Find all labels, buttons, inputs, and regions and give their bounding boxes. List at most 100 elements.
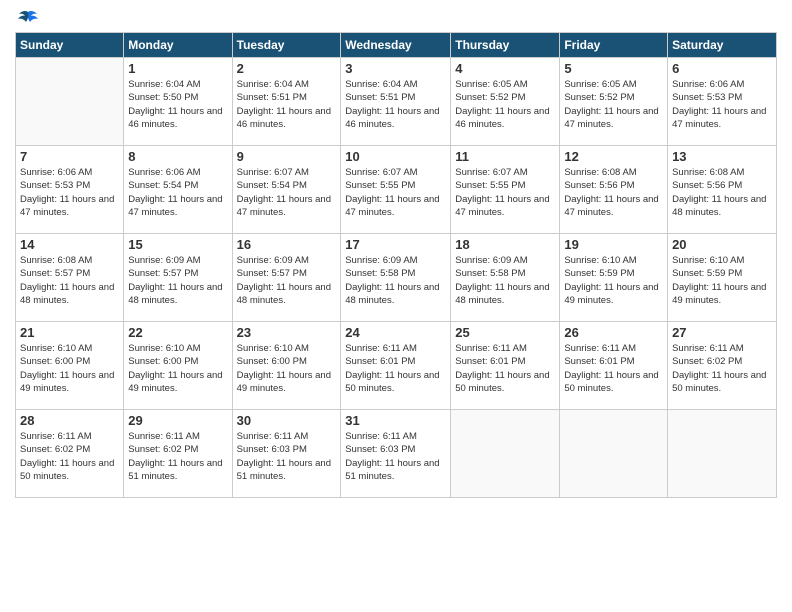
- day-number: 15: [128, 237, 227, 252]
- day-info: Sunrise: 6:05 AMSunset: 5:52 PMDaylight:…: [564, 78, 663, 131]
- calendar-cell: 3 Sunrise: 6:04 AMSunset: 5:51 PMDaylight…: [341, 58, 451, 146]
- day-info: Sunrise: 6:06 AMSunset: 5:53 PMDaylight:…: [20, 166, 119, 219]
- calendar-cell: [16, 58, 124, 146]
- day-info: Sunrise: 6:10 AMSunset: 5:59 PMDaylight:…: [564, 254, 663, 307]
- calendar-cell: 16 Sunrise: 6:09 AMSunset: 5:57 PMDayligh…: [232, 234, 341, 322]
- day-number: 5: [564, 61, 663, 76]
- calendar-header-thursday: Thursday: [451, 33, 560, 58]
- day-info: Sunrise: 6:11 AMSunset: 6:02 PMDaylight:…: [672, 342, 772, 395]
- day-info: Sunrise: 6:11 AMSunset: 6:03 PMDaylight:…: [237, 430, 337, 483]
- day-number: 9: [237, 149, 337, 164]
- calendar-cell: 21 Sunrise: 6:10 AMSunset: 6:00 PMDayligh…: [16, 322, 124, 410]
- day-info: Sunrise: 6:06 AMSunset: 5:53 PMDaylight:…: [672, 78, 772, 131]
- day-number: 8: [128, 149, 227, 164]
- day-info: Sunrise: 6:11 AMSunset: 6:02 PMDaylight:…: [128, 430, 227, 483]
- day-number: 11: [455, 149, 555, 164]
- day-number: 25: [455, 325, 555, 340]
- day-number: 18: [455, 237, 555, 252]
- day-info: Sunrise: 6:11 AMSunset: 6:01 PMDaylight:…: [455, 342, 555, 395]
- day-info: Sunrise: 6:09 AMSunset: 5:57 PMDaylight:…: [128, 254, 227, 307]
- day-number: 16: [237, 237, 337, 252]
- day-info: Sunrise: 6:11 AMSunset: 6:01 PMDaylight:…: [564, 342, 663, 395]
- day-number: 29: [128, 413, 227, 428]
- day-number: 14: [20, 237, 119, 252]
- calendar-cell: 17Sunrise: 6:09 AMSunset: 5:58 PMDayligh…: [341, 234, 451, 322]
- calendar-cell: 29 Sunrise: 6:11 AMSunset: 6:02 PMDayligh…: [124, 410, 232, 498]
- day-info: Sunrise: 6:07 AMSunset: 5:55 PMDaylight:…: [455, 166, 555, 219]
- calendar-header-row: SundayMondayTuesdayWednesdayThursdayFrid…: [16, 33, 777, 58]
- day-info: Sunrise: 6:06 AMSunset: 5:54 PMDaylight:…: [128, 166, 227, 219]
- day-info: Sunrise: 6:04 AMSunset: 5:51 PMDaylight:…: [345, 78, 446, 131]
- calendar-cell: 30 Sunrise: 6:11 AMSunset: 6:03 PMDayligh…: [232, 410, 341, 498]
- day-number: 30: [237, 413, 337, 428]
- calendar-cell: 15 Sunrise: 6:09 AMSunset: 5:57 PMDayligh…: [124, 234, 232, 322]
- day-info: Sunrise: 6:10 AMSunset: 5:59 PMDaylight:…: [672, 254, 772, 307]
- calendar-week-row: 14 Sunrise: 6:08 AMSunset: 5:57 PMDayligh…: [16, 234, 777, 322]
- day-number: 13: [672, 149, 772, 164]
- calendar-cell: 7Sunrise: 6:06 AMSunset: 5:53 PMDaylight…: [16, 146, 124, 234]
- calendar-cell: [668, 410, 777, 498]
- day-number: 26: [564, 325, 663, 340]
- day-number: 6: [672, 61, 772, 76]
- calendar-cell: 2 Sunrise: 6:04 AMSunset: 5:51 PMDaylight…: [232, 58, 341, 146]
- calendar-cell: 14 Sunrise: 6:08 AMSunset: 5:57 PMDayligh…: [16, 234, 124, 322]
- calendar-cell: [560, 410, 668, 498]
- day-number: 28: [20, 413, 119, 428]
- day-info: Sunrise: 6:07 AMSunset: 5:55 PMDaylight:…: [345, 166, 446, 219]
- calendar-cell: 1 Sunrise: 6:04 AMSunset: 5:50 PMDaylight…: [124, 58, 232, 146]
- calendar: SundayMondayTuesdayWednesdayThursdayFrid…: [15, 32, 777, 498]
- calendar-cell: 4 Sunrise: 6:05 AMSunset: 5:52 PMDaylight…: [451, 58, 560, 146]
- day-number: 2: [237, 61, 337, 76]
- day-number: 20: [672, 237, 772, 252]
- day-number: 27: [672, 325, 772, 340]
- day-info: Sunrise: 6:11 AMSunset: 6:03 PMDaylight:…: [345, 430, 446, 483]
- day-number: 19: [564, 237, 663, 252]
- calendar-header-wednesday: Wednesday: [341, 33, 451, 58]
- day-info: Sunrise: 6:08 AMSunset: 5:56 PMDaylight:…: [672, 166, 772, 219]
- day-info: Sunrise: 6:10 AMSunset: 6:00 PMDaylight:…: [20, 342, 119, 395]
- day-number: 17: [345, 237, 446, 252]
- day-info: Sunrise: 6:07 AMSunset: 5:54 PMDaylight:…: [237, 166, 337, 219]
- calendar-header-monday: Monday: [124, 33, 232, 58]
- calendar-cell: 25 Sunrise: 6:11 AMSunset: 6:01 PMDayligh…: [451, 322, 560, 410]
- day-number: 3: [345, 61, 446, 76]
- day-info: Sunrise: 6:11 AMSunset: 6:01 PMDaylight:…: [345, 342, 446, 395]
- calendar-cell: 11 Sunrise: 6:07 AMSunset: 5:55 PMDayligh…: [451, 146, 560, 234]
- calendar-week-row: 1 Sunrise: 6:04 AMSunset: 5:50 PMDaylight…: [16, 58, 777, 146]
- calendar-header-tuesday: Tuesday: [232, 33, 341, 58]
- calendar-header-saturday: Saturday: [668, 33, 777, 58]
- day-info: Sunrise: 6:05 AMSunset: 5:52 PMDaylight:…: [455, 78, 555, 131]
- calendar-cell: 28 Sunrise: 6:11 AMSunset: 6:02 PMDayligh…: [16, 410, 124, 498]
- calendar-cell: 18Sunrise: 6:09 AMSunset: 5:58 PMDayligh…: [451, 234, 560, 322]
- calendar-cell: 22Sunrise: 6:10 AMSunset: 6:00 PMDayligh…: [124, 322, 232, 410]
- calendar-cell: 9 Sunrise: 6:07 AMSunset: 5:54 PMDaylight…: [232, 146, 341, 234]
- day-info: Sunrise: 6:04 AMSunset: 5:51 PMDaylight:…: [237, 78, 337, 131]
- page: SundayMondayTuesdayWednesdayThursdayFrid…: [0, 0, 792, 612]
- calendar-cell: 23Sunrise: 6:10 AMSunset: 6:00 PMDayligh…: [232, 322, 341, 410]
- calendar-week-row: 28 Sunrise: 6:11 AMSunset: 6:02 PMDayligh…: [16, 410, 777, 498]
- calendar-header-friday: Friday: [560, 33, 668, 58]
- day-number: 31: [345, 413, 446, 428]
- day-info: Sunrise: 6:10 AMSunset: 6:00 PMDaylight:…: [237, 342, 337, 395]
- calendar-cell: 31 Sunrise: 6:11 AMSunset: 6:03 PMDayligh…: [341, 410, 451, 498]
- day-number: 24: [345, 325, 446, 340]
- day-info: Sunrise: 6:08 AMSunset: 5:57 PMDaylight:…: [20, 254, 119, 307]
- day-number: 21: [20, 325, 119, 340]
- calendar-cell: 19 Sunrise: 6:10 AMSunset: 5:59 PMDayligh…: [560, 234, 668, 322]
- day-info: Sunrise: 6:04 AMSunset: 5:50 PMDaylight:…: [128, 78, 227, 131]
- calendar-header-sunday: Sunday: [16, 33, 124, 58]
- day-number: 1: [128, 61, 227, 76]
- calendar-cell: 12Sunrise: 6:08 AMSunset: 5:56 PMDayligh…: [560, 146, 668, 234]
- logo-bird-icon: [17, 10, 39, 28]
- day-info: Sunrise: 6:10 AMSunset: 6:00 PMDaylight:…: [128, 342, 227, 395]
- logo: [15, 10, 41, 24]
- calendar-cell: 6 Sunrise: 6:06 AMSunset: 5:53 PMDaylight…: [668, 58, 777, 146]
- day-info: Sunrise: 6:11 AMSunset: 6:02 PMDaylight:…: [20, 430, 119, 483]
- day-number: 12: [564, 149, 663, 164]
- calendar-cell: 24 Sunrise: 6:11 AMSunset: 6:01 PMDayligh…: [341, 322, 451, 410]
- day-number: 4: [455, 61, 555, 76]
- calendar-week-row: 7Sunrise: 6:06 AMSunset: 5:53 PMDaylight…: [16, 146, 777, 234]
- calendar-cell: 13 Sunrise: 6:08 AMSunset: 5:56 PMDayligh…: [668, 146, 777, 234]
- day-info: Sunrise: 6:09 AMSunset: 5:57 PMDaylight:…: [237, 254, 337, 307]
- calendar-cell: 26 Sunrise: 6:11 AMSunset: 6:01 PMDayligh…: [560, 322, 668, 410]
